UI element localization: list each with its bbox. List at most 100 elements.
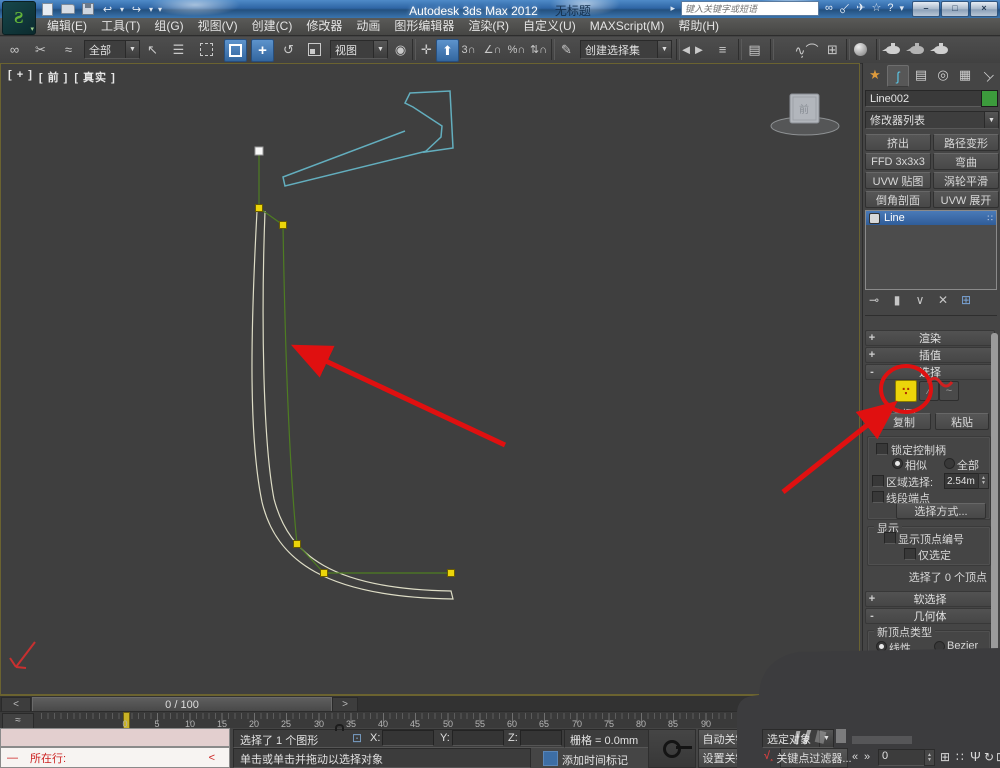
select-and-link-icon[interactable]: ∞ [4, 39, 25, 60]
modifier-button-uvw-map[interactable]: UVW 贴图 [865, 172, 931, 189]
angle-snap-icon[interactable]: ∠∩ [482, 39, 503, 60]
close-button[interactable]: × [970, 1, 998, 17]
key-icon[interactable]: o─ [836, 0, 853, 17]
select-and-move-icon[interactable]: + [251, 39, 274, 62]
auto-key-button[interactable]: 自动关键点 [698, 729, 762, 749]
current-frame-field[interactable]: 0 [878, 749, 930, 766]
rendered-frame-window-icon[interactable] [905, 39, 927, 60]
segment-end-checkbox[interactable] [872, 491, 884, 503]
layer-manager-icon[interactable]: ▤ [744, 39, 765, 60]
menu-animation[interactable]: 动画 [349, 18, 387, 35]
go-to-end-icon[interactable]: » [864, 751, 870, 763]
go-to-start-icon[interactable]: « [852, 751, 858, 763]
make-unique-icon[interactable]: ∨ [913, 293, 927, 307]
select-by-name-icon[interactable]: ☰ [168, 39, 189, 60]
y-coordinate-field[interactable] [452, 730, 504, 746]
menu-modifiers[interactable]: 修改器 [299, 18, 349, 35]
maxscript-mini-listener[interactable]: — 所在行: < [0, 747, 230, 768]
rollout-selection[interactable]: - 选择 [865, 364, 995, 380]
pin-stack-icon[interactable]: ⊸ [867, 293, 881, 307]
redo-icon[interactable]: ↪ [129, 3, 144, 16]
menu-graph-editors[interactable]: 图形编辑器 [387, 18, 461, 35]
zoom-extents-icon[interactable]: ∷ [956, 750, 964, 764]
render-setup-icon[interactable] [881, 39, 903, 60]
undo-icon[interactable]: ↩ [100, 3, 115, 16]
spinner-snap-icon[interactable]: ⇅∩ [528, 39, 549, 60]
modifier-list-dropdown[interactable]: 修改器列表 ▼ [865, 111, 999, 129]
rollout-rendering[interactable]: + 渲染 [865, 330, 995, 346]
redo-dropdown-icon[interactable]: ▾ [149, 5, 153, 14]
unlink-selection-icon[interactable]: ✂ [30, 39, 51, 60]
search-input[interactable] [681, 1, 820, 16]
menu-maxscript[interactable]: MAXScript(M) [583, 18, 672, 35]
new-scene-icon[interactable] [40, 2, 55, 16]
object-name-field[interactable]: Line002 [865, 90, 985, 107]
help-dropdown-icon[interactable]: ▾ [899, 3, 904, 14]
show-end-result-icon[interactable]: ▮ [890, 293, 904, 307]
add-time-tag-button[interactable]: 添加时间标记 [562, 752, 628, 768]
absolute-offset-mode-icon[interactable]: ⊡ [352, 731, 362, 745]
set-keys-button[interactable] [648, 729, 696, 768]
rollout-soft-selection[interactable]: + 软选择 [865, 591, 995, 607]
curve-editor-icon[interactable]: ∿̦⌒ [795, 39, 819, 60]
select-and-rotate-icon[interactable]: ↺ [278, 39, 299, 60]
percent-snap-icon[interactable]: %∩ [506, 39, 527, 60]
snaps-toggle-icon[interactable]: 3∩ [458, 39, 479, 60]
zoom-region-icon[interactable]: ⊞ [940, 750, 950, 764]
search-icon[interactable]: ∞ [825, 2, 833, 15]
area-threshold-spinner[interactable]: ▲ ▼ [978, 473, 989, 489]
modifier-button-turbosmooth[interactable]: 涡轮平滑 [933, 172, 999, 189]
toolbar-options-icon[interactable]: ▾ [158, 5, 162, 14]
rollout-interpolation[interactable]: + 插值 [865, 347, 995, 363]
menu-customize[interactable]: 自定义(U) [516, 18, 583, 35]
menu-views[interactable]: 视图(V) [191, 18, 245, 35]
open-file-icon[interactable] [60, 3, 75, 16]
selection-filter-dropdown[interactable]: 全部 ▼ [84, 40, 140, 59]
maximize-viewport-icon[interactable]: ⊡ [996, 750, 1000, 764]
front-viewport[interactable]: [ + ] [ 前 ] [ 真实 ] 前 [0, 63, 860, 695]
rectangular-selection-region-icon[interactable] [196, 39, 217, 60]
keyboard-shortcut-override-icon[interactable]: ⬆ [436, 39, 459, 62]
undo-dropdown-icon[interactable]: ▾ [120, 5, 124, 14]
schematic-view-icon[interactable]: ⊞ [822, 39, 843, 60]
rollout-geometry[interactable]: - 几何体 [865, 608, 995, 624]
track-bar[interactable]: ≈ 0 5 10 15 20 25 30 35 40 45 50 55 60 6… [0, 711, 1000, 731]
menu-create[interactable]: 创建(C) [245, 18, 300, 35]
modifier-button-bevel-profile[interactable]: 倒角剖面 [865, 191, 931, 208]
favorites-star-icon[interactable]: ☆ [871, 2, 881, 15]
sub-object-segment-button[interactable]: ∕ [919, 381, 939, 401]
tab-utilities[interactable]: ⊤ [973, 61, 1000, 89]
maximize-button[interactable]: □ [941, 1, 969, 17]
alike-radio[interactable] [892, 458, 903, 469]
sub-object-spline-button[interactable]: ~ [939, 381, 959, 401]
infocenter-expand-icon[interactable]: ▸ [670, 3, 675, 14]
modifier-button-ffd-3x3x3[interactable]: FFD 3x3x3 [865, 153, 931, 170]
reference-coordinate-dropdown[interactable]: 视图 ▼ [330, 40, 388, 59]
object-color-swatch[interactable] [981, 90, 998, 107]
menu-help[interactable]: 帮助(H) [671, 18, 726, 35]
pan-hand-icon[interactable]: Ψ [970, 749, 981, 764]
select-and-manipulate-icon[interactable]: ✛ [416, 39, 437, 60]
area-selection-checkbox[interactable] [872, 475, 884, 487]
select-and-scale-icon[interactable] [304, 39, 325, 60]
minimize-button[interactable]: – [912, 1, 940, 17]
modifier-button-uvw-unwrap[interactable]: UVW 展开 [933, 191, 999, 208]
communication-center-icon[interactable]: ✈ [856, 2, 865, 15]
copy-button[interactable]: 复制 [877, 413, 931, 430]
menu-rendering[interactable]: 渲染(R) [461, 18, 516, 35]
named-selection-set-dropdown[interactable]: 创建选择集 ▼ [580, 40, 672, 59]
menu-group[interactable]: 组(G) [147, 18, 190, 35]
tab-create[interactable]: ★ [865, 65, 885, 85]
tab-motion[interactable]: ◎ [933, 65, 953, 85]
help-icon[interactable]: ? [887, 2, 893, 15]
modifier-enable-icon[interactable] [869, 212, 880, 224]
show-vertex-numbers-checkbox[interactable] [884, 532, 896, 544]
sub-object-vertex-button[interactable]: ∵ [895, 380, 917, 402]
bezier-radio[interactable] [934, 641, 945, 652]
tab-modify[interactable]: ʃ [887, 65, 909, 87]
x-coordinate-field[interactable] [382, 730, 434, 746]
select-by-button[interactable]: 选择方式... [896, 503, 986, 519]
selected-only-checkbox[interactable] [904, 548, 916, 560]
mirror-icon[interactable]: ◄► [680, 39, 706, 60]
linear-radio[interactable] [876, 641, 887, 652]
